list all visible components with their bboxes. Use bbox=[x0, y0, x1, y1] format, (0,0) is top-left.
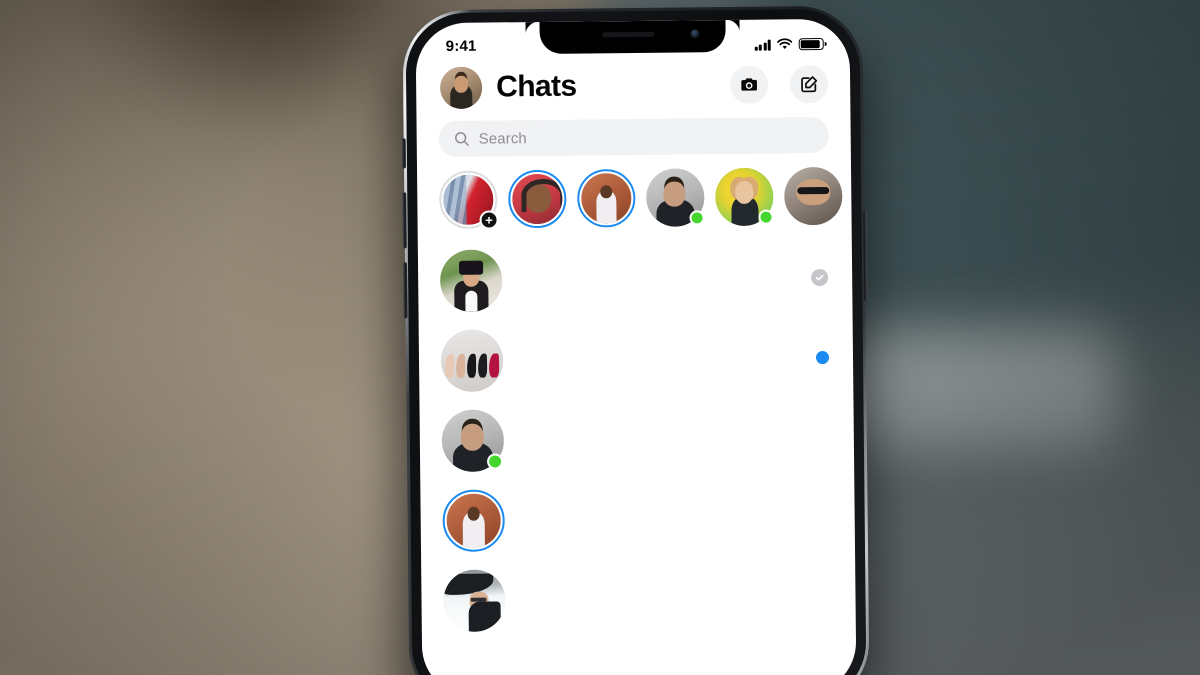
chat-row[interactable] bbox=[418, 237, 853, 322]
wifi-icon bbox=[777, 38, 793, 50]
compose-button[interactable] bbox=[789, 64, 829, 104]
chat-list[interactable] bbox=[418, 233, 856, 642]
app-header: Chats bbox=[416, 53, 851, 116]
story-item[interactable]: + bbox=[439, 170, 499, 230]
chat-status-column bbox=[802, 268, 829, 286]
battery-icon bbox=[798, 38, 824, 51]
chat-status-column bbox=[803, 350, 830, 364]
camera-icon bbox=[739, 75, 759, 95]
chat-avatar[interactable] bbox=[440, 329, 504, 393]
story-item[interactable] bbox=[646, 168, 705, 227]
story-item[interactable] bbox=[715, 167, 774, 227]
phone-device: 9:41 Chats Search + bbox=[401, 5, 870, 675]
chat-text-column bbox=[517, 517, 793, 520]
page-title: Chats bbox=[495, 69, 577, 104]
story-avatar bbox=[581, 173, 632, 224]
story-item[interactable] bbox=[784, 166, 843, 226]
chat-text-column bbox=[518, 597, 794, 600]
search-icon bbox=[454, 131, 470, 147]
phone-screen: 9:41 Chats Search + bbox=[415, 18, 857, 675]
signal-bars-icon bbox=[754, 39, 771, 51]
search-placeholder: Search bbox=[478, 129, 527, 148]
chat-avatar[interactable] bbox=[443, 569, 506, 633]
my-profile-avatar[interactable] bbox=[439, 66, 483, 110]
chat-text-column bbox=[516, 437, 792, 440]
status-bar-icons bbox=[754, 38, 824, 54]
chat-text-column bbox=[515, 357, 791, 360]
online-status-dot bbox=[486, 453, 504, 470]
chat-row[interactable] bbox=[419, 317, 854, 402]
story-avatar bbox=[512, 173, 563, 225]
screenshot-scene: 9:41 Chats Search + bbox=[0, 0, 1200, 675]
story-item[interactable] bbox=[577, 168, 636, 228]
chat-avatar[interactable] bbox=[441, 409, 505, 473]
volume-up-button[interactable] bbox=[402, 192, 407, 249]
camera-button[interactable] bbox=[729, 65, 769, 104]
chat-text-column bbox=[514, 277, 790, 280]
chat-avatar[interactable] bbox=[439, 249, 503, 313]
search-input[interactable]: Search bbox=[438, 116, 829, 158]
online-status-dot bbox=[758, 209, 774, 225]
add-story-icon[interactable]: + bbox=[479, 210, 499, 230]
seen-checkmark-icon bbox=[811, 268, 829, 286]
chat-row[interactable] bbox=[421, 557, 856, 642]
story-item[interactable] bbox=[508, 169, 567, 229]
chat-row[interactable] bbox=[420, 477, 855, 562]
unread-indicator-dot bbox=[815, 350, 830, 364]
story-row[interactable]: + bbox=[417, 153, 852, 238]
status-bar: 9:41 bbox=[415, 19, 849, 58]
volume-down-button[interactable] bbox=[402, 262, 408, 319]
chat-avatar[interactable] bbox=[442, 489, 506, 553]
search-section: Search bbox=[416, 111, 850, 158]
story-avatar bbox=[784, 166, 843, 226]
online-status-dot bbox=[689, 210, 705, 226]
mute-switch[interactable] bbox=[401, 138, 407, 169]
chat-row[interactable] bbox=[419, 397, 854, 482]
status-bar-time: 9:41 bbox=[445, 37, 477, 55]
compose-icon bbox=[799, 74, 819, 94]
